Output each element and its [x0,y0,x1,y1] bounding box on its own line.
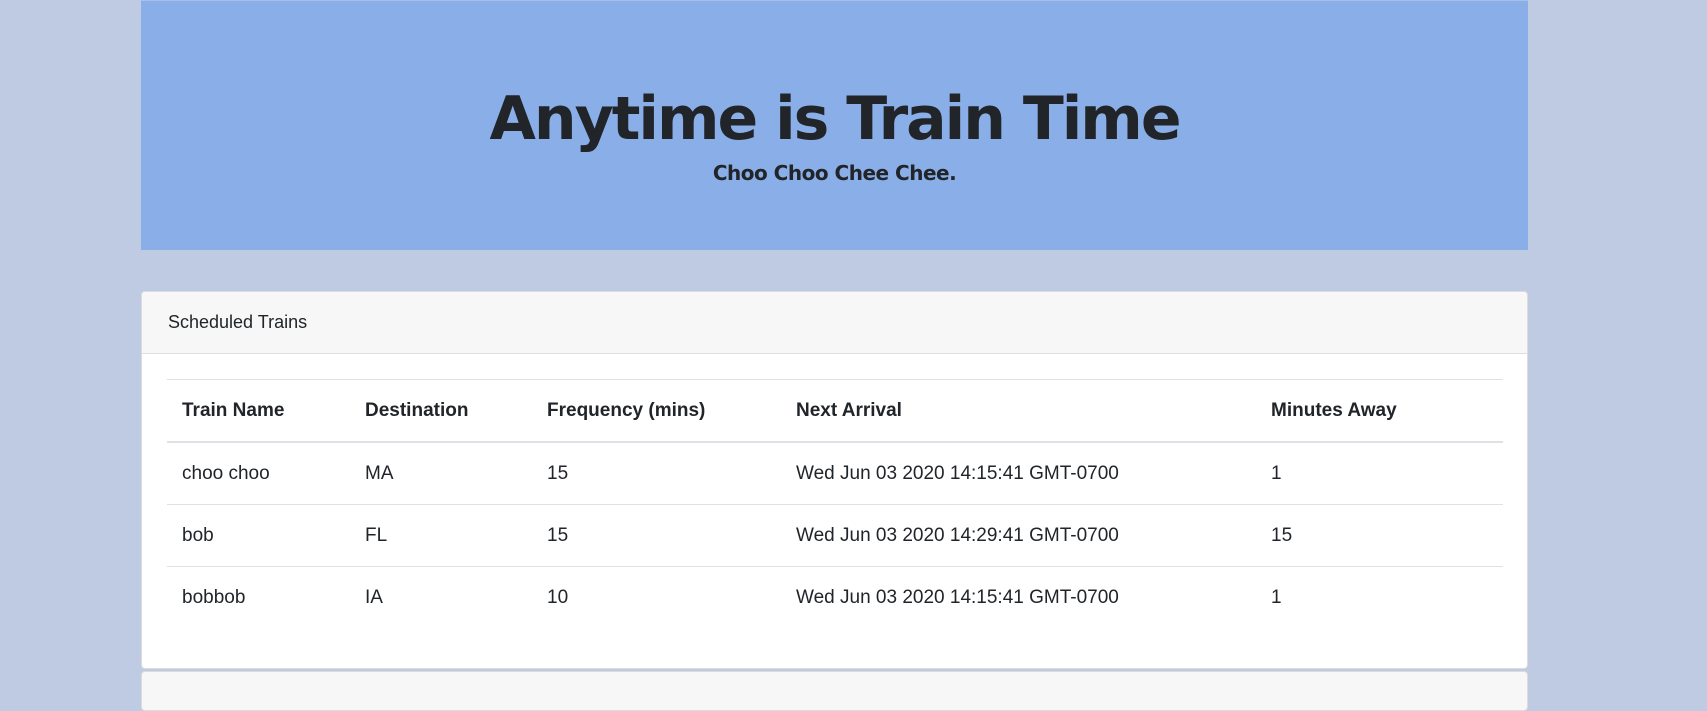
page-title: Anytime is Train Time [489,84,1181,154]
cell-minutes-away: 1 [1256,566,1503,628]
trains-table: Train Name Destination Frequency (mins) … [167,379,1503,628]
second-card-edge [141,671,1528,711]
cell-frequency: 15 [532,504,781,567]
cell-train-name: bob [167,504,350,567]
card-body: Train Name Destination Frequency (mins) … [142,354,1527,628]
cell-train-name: bobbob [167,566,350,628]
cell-destination: FL [350,504,532,567]
column-header-next-arrival: Next Arrival [781,379,1256,443]
cell-minutes-away: 15 [1256,504,1503,567]
column-header-minutes-away: Minutes Away [1256,379,1503,443]
cell-destination: MA [350,441,532,505]
page-container: Anytime is Train Time Choo Choo Chee Che… [141,0,1528,711]
card-header: Scheduled Trains [142,292,1527,354]
cell-next-arrival: Wed Jun 03 2020 14:15:41 GMT-0700 [781,566,1256,628]
scheduled-trains-card: Scheduled Trains Train Name Destination … [141,291,1528,669]
page-subtitle: Choo Choo Chee Chee. [712,161,957,185]
column-header-frequency: Frequency (mins) [532,379,781,443]
table-row: choo choo MA 15 Wed Jun 03 2020 14:15:41… [167,441,1503,505]
cell-frequency: 10 [532,566,781,628]
table-row: bob FL 15 Wed Jun 03 2020 14:29:41 GMT-0… [167,504,1503,567]
cell-minutes-away: 1 [1256,441,1503,505]
cell-next-arrival: Wed Jun 03 2020 14:29:41 GMT-0700 [781,504,1256,567]
cell-frequency: 15 [532,441,781,505]
cell-destination: IA [350,566,532,628]
column-header-destination: Destination [350,379,532,443]
cell-next-arrival: Wed Jun 03 2020 14:15:41 GMT-0700 [781,441,1256,505]
column-header-train-name: Train Name [167,379,350,443]
table-row: bobbob IA 10 Wed Jun 03 2020 14:15:41 GM… [167,566,1503,628]
table-header-row: Train Name Destination Frequency (mins) … [167,379,1503,443]
cell-train-name: choo choo [167,441,350,505]
hero-banner: Anytime is Train Time Choo Choo Chee Che… [141,0,1528,250]
